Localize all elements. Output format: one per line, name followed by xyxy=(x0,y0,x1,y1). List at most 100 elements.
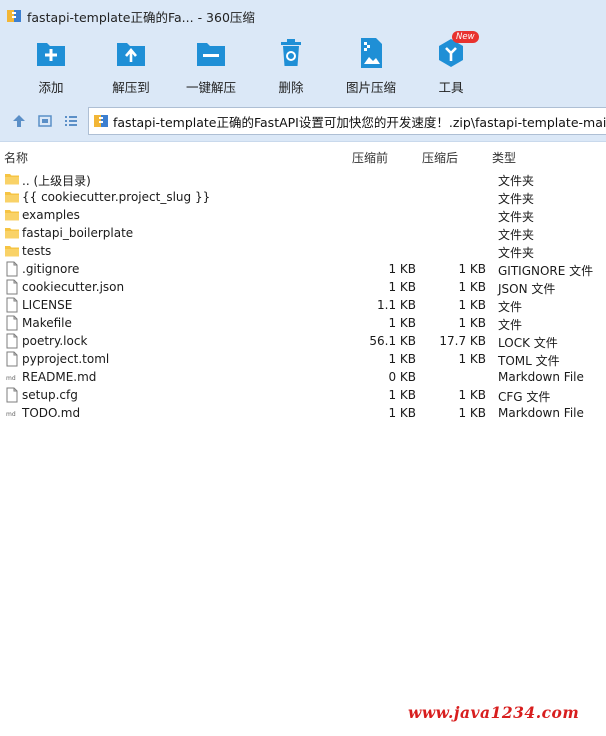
file-list: .. (上级目录) 文件夹{{ cookiecutter.project_slug… xyxy=(0,170,606,422)
file-packed-size: 1 KB xyxy=(458,280,486,294)
file-packed-size: 1 KB xyxy=(458,406,486,420)
file-size: 0 KB xyxy=(388,370,416,384)
list-view-button[interactable] xyxy=(62,112,80,130)
file-row[interactable]: cookiecutter.json 1 KB 1 KB JSON 文件 xyxy=(0,278,606,296)
one-click-extract-icon xyxy=(197,43,225,66)
file-type: CFG 文件 xyxy=(498,390,551,404)
file-icon xyxy=(4,387,20,403)
file-size: 1 KB xyxy=(388,352,416,366)
file-type: JSON 文件 xyxy=(498,282,556,296)
folder-icon xyxy=(4,225,20,241)
file-name: README.md xyxy=(22,370,97,384)
tools-button[interactable]: New 工具 xyxy=(411,31,491,96)
one-click-extract-button[interactable]: 一键解压 xyxy=(171,36,251,96)
file-row[interactable]: md TODO.md 1 KB 1 KB Markdown File xyxy=(0,404,606,422)
file-row[interactable]: {{ cookiecutter.project_slug }} 文件夹 xyxy=(0,188,606,206)
file-row[interactable]: .. (上级目录) 文件夹 xyxy=(0,170,606,188)
path-text: fastapi-template正确的FastAPI设置可加快您的开发速度！.z… xyxy=(113,114,606,130)
file-row[interactable]: .gitignore 1 KB 1 KB GITIGNORE 文件 xyxy=(0,260,606,278)
file-packed-size: 1 KB xyxy=(458,388,486,402)
file-name: .gitignore xyxy=(22,262,80,276)
file-size: 1 KB xyxy=(388,262,416,276)
watermark: www.java1234.com xyxy=(408,703,580,722)
file-type: 文件夹 xyxy=(498,210,535,224)
column-size-header[interactable]: 压缩前 xyxy=(352,149,388,166)
markdown-icon: md xyxy=(4,369,20,385)
trash-icon xyxy=(281,39,301,66)
zip-archive-icon xyxy=(94,115,108,127)
file-icon xyxy=(4,297,20,313)
file-row[interactable]: fastapi_boilerplate 文件夹 xyxy=(0,224,606,242)
file-row[interactable]: pyproject.toml 1 KB 1 KB TOML 文件 xyxy=(0,350,606,368)
file-packed-size: 1 KB xyxy=(458,316,486,330)
file-name: LICENSE xyxy=(22,298,73,312)
file-name: TODO.md xyxy=(22,406,81,420)
file-row[interactable]: examples 文件夹 xyxy=(0,206,606,224)
file-size: 1 KB xyxy=(388,280,416,294)
file-type: 文件 xyxy=(498,300,523,314)
markdown-icon: md xyxy=(4,405,20,421)
column-packed-header[interactable]: 压缩后 xyxy=(422,149,458,166)
file-type: 文件夹 xyxy=(498,228,535,242)
add-button[interactable]: 添加 xyxy=(11,36,91,96)
file-name: setup.cfg xyxy=(22,388,78,402)
column-type-header[interactable]: 类型 xyxy=(492,149,516,166)
folder-icon xyxy=(4,243,20,259)
file-type: 文件夹 xyxy=(498,174,535,188)
file-size: 1 KB xyxy=(388,316,416,330)
file-packed-size: 1 KB xyxy=(458,262,486,276)
file-name: Makefile xyxy=(22,316,72,330)
file-size: 56.1 KB xyxy=(369,334,416,348)
file-row[interactable]: md README.md 0 KB Markdown File xyxy=(0,368,606,386)
file-icon xyxy=(4,261,20,277)
extract-to-button[interactable]: 解压到 xyxy=(91,36,171,96)
image-compress-button[interactable]: 图片压缩 xyxy=(331,36,411,96)
file-size: 1.1 KB xyxy=(377,298,416,312)
folder-icon xyxy=(4,189,20,205)
file-row[interactable]: poetry.lock 56.1 KB 17.7 KB LOCK 文件 xyxy=(0,332,606,350)
file-name: {{ cookiecutter.project_slug }} xyxy=(22,190,211,204)
file-row[interactable]: Makefile 1 KB 1 KB 文件 xyxy=(0,314,606,332)
file-row[interactable]: LICENSE 1.1 KB 1 KB 文件 xyxy=(0,296,606,314)
file-size: 1 KB xyxy=(388,388,416,402)
list-view-icon xyxy=(65,116,77,126)
title-bar: fastapi-template正确的Fa... - 360压缩 xyxy=(0,0,606,32)
add-icon xyxy=(37,43,65,66)
address-bar: fastapi-template正确的FastAPI设置可加快您的开发速度！.z… xyxy=(0,100,606,142)
file-packed-size: 1 KB xyxy=(458,298,486,312)
app-archive-icon xyxy=(7,10,21,22)
new-badge: New xyxy=(452,31,479,43)
file-icon xyxy=(4,351,20,367)
file-name: poetry.lock xyxy=(22,334,88,348)
file-type: Markdown File xyxy=(498,370,584,384)
file-type: 文件 xyxy=(498,318,523,332)
delete-button[interactable]: 删除 xyxy=(251,36,331,96)
folder-icon xyxy=(4,207,20,223)
file-packed-size: 17.7 KB xyxy=(439,334,486,348)
file-row[interactable]: setup.cfg 1 KB 1 KB CFG 文件 xyxy=(0,386,606,404)
window-title: fastapi-template正确的Fa... - 360压缩 xyxy=(27,9,255,25)
file-name: examples xyxy=(22,208,80,222)
file-name: tests xyxy=(22,244,52,258)
up-level-button[interactable] xyxy=(10,112,28,130)
file-name: pyproject.toml xyxy=(22,352,110,366)
file-type: LOCK 文件 xyxy=(498,336,558,350)
file-size: 1 KB xyxy=(388,406,416,420)
file-type: GITIGNORE 文件 xyxy=(498,264,594,278)
file-type: 文件夹 xyxy=(498,192,535,206)
file-name: cookiecutter.json xyxy=(22,280,125,294)
file-name: .. (上级目录) xyxy=(22,174,91,188)
folder-icon xyxy=(4,171,20,187)
path-field[interactable]: fastapi-template正确的FastAPI设置可加快您的开发速度！.z… xyxy=(88,107,606,135)
file-type: Markdown File xyxy=(498,406,584,420)
thumbnail-view-icon xyxy=(38,115,52,127)
extract-to-icon xyxy=(117,43,145,66)
file-packed-size: 1 KB xyxy=(458,352,486,366)
file-row[interactable]: tests 文件夹 xyxy=(0,242,606,260)
main-toolbar: 添加 解压到 一键解压 删除 图片压缩 New 工具 xyxy=(0,31,606,100)
thumbnail-view-button[interactable] xyxy=(36,112,54,130)
file-icon xyxy=(4,315,20,331)
file-icon xyxy=(4,279,20,295)
column-name-header[interactable]: 名称 xyxy=(4,149,28,166)
svg-text:md: md xyxy=(6,411,16,418)
